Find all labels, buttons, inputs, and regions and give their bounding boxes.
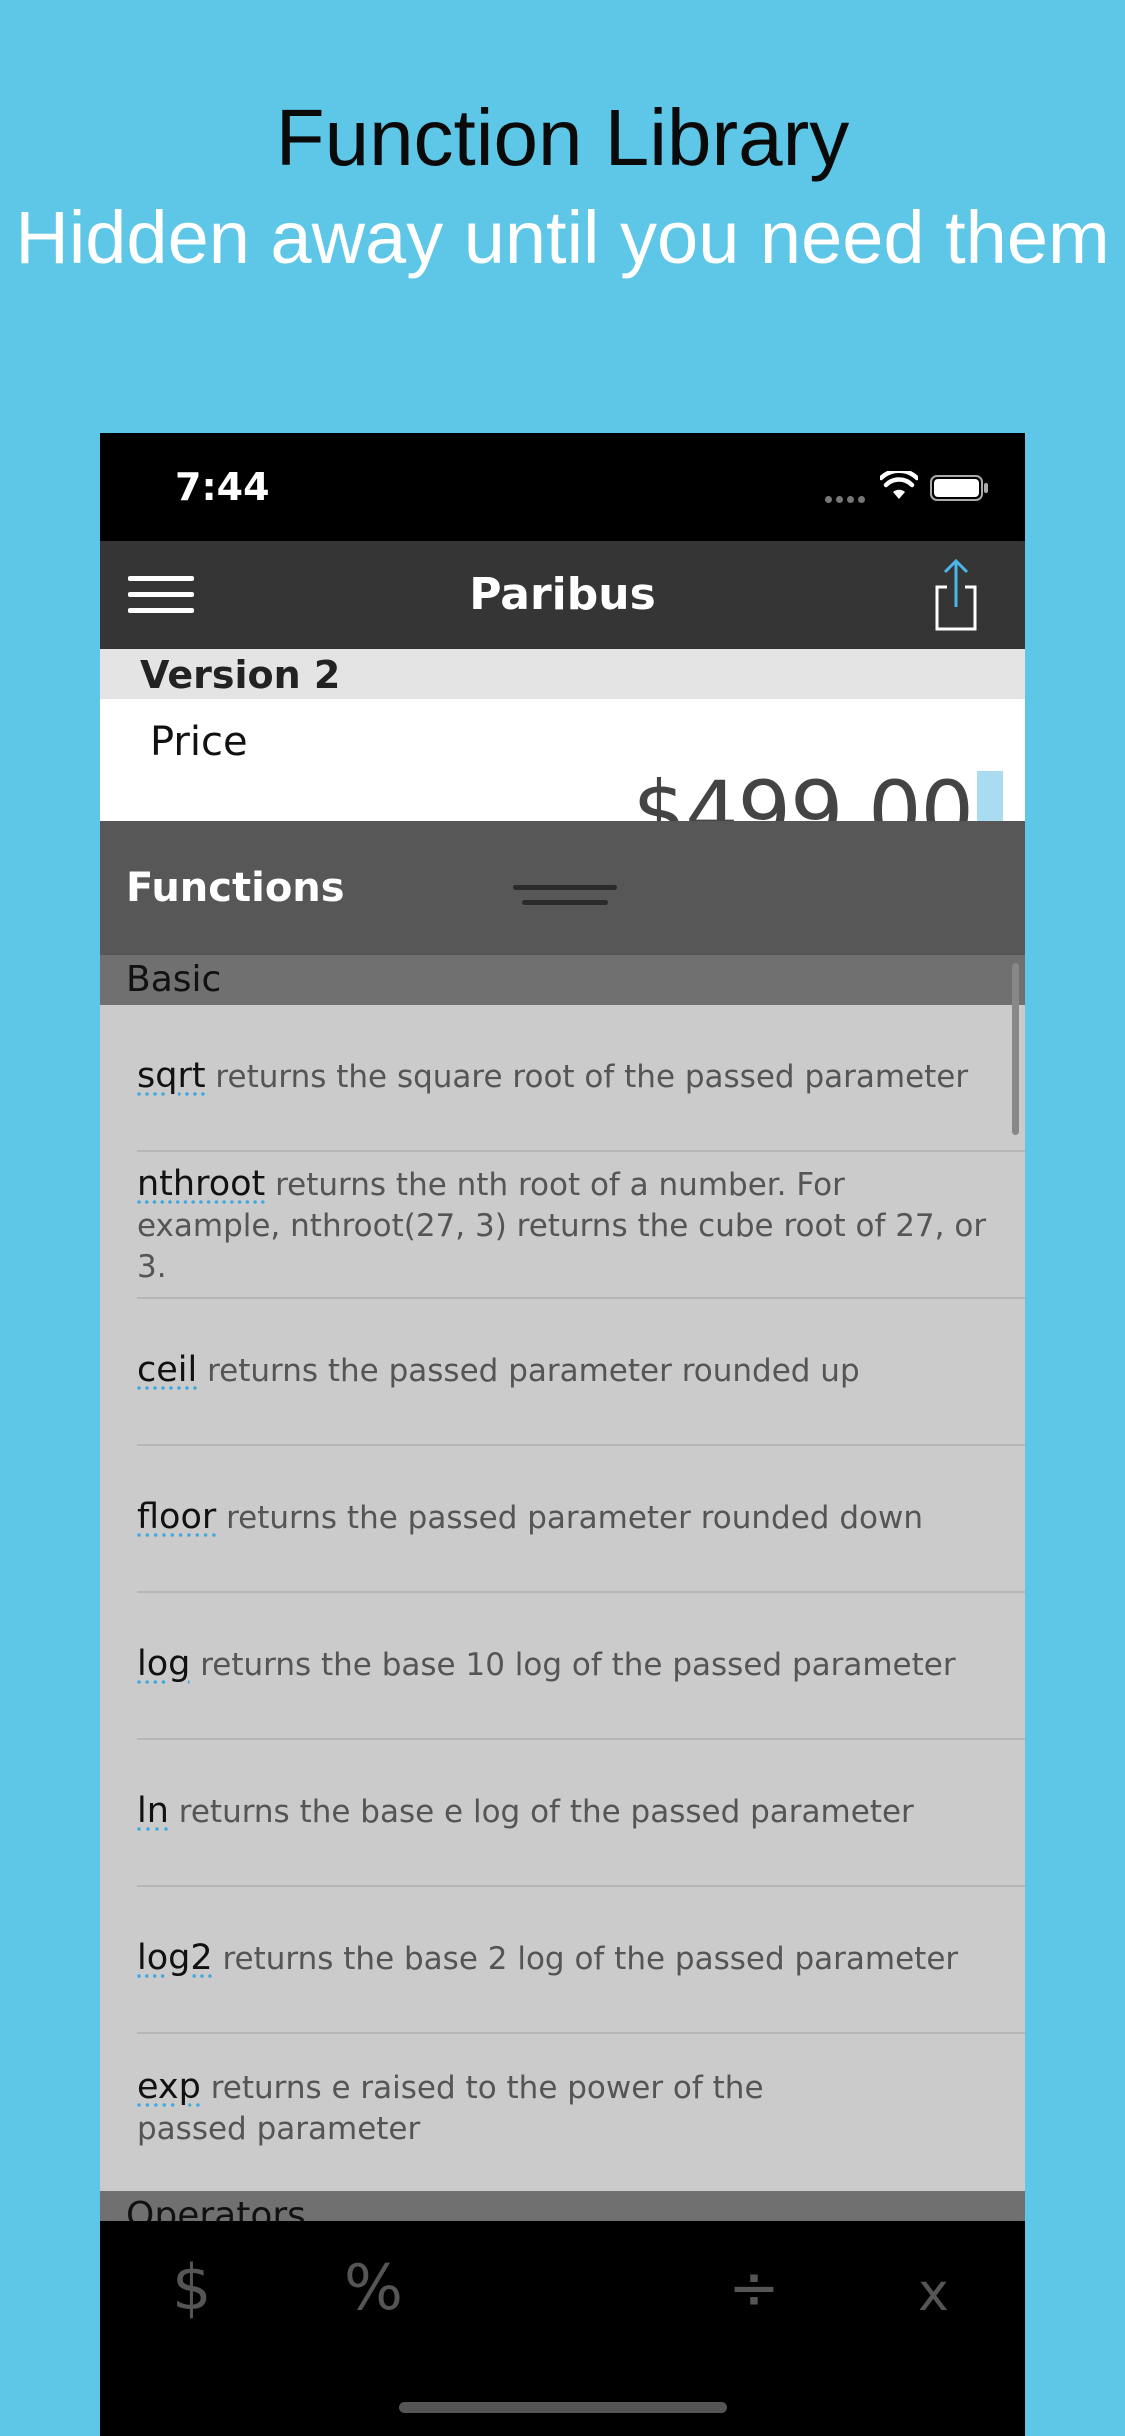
function-item-log2[interactable]: log2 returns the base 2 log of the passe… <box>137 1887 1025 2034</box>
functions-panel-header: Functions <box>100 821 1025 955</box>
function-description: returns e raised to the power of the pas… <box>137 2070 764 2147</box>
battery-icon <box>930 475 988 501</box>
promo-subtitle: Hidden away until you need them <box>15 196 1110 279</box>
home-indicator <box>399 2402 727 2413</box>
promo-title: Function Library <box>275 93 850 182</box>
function-name: log <box>137 1644 191 1684</box>
phone-screen: 7:44 Paribus Version 2 Price $499.00 Fun… <box>100 433 1025 2436</box>
version-header: Version 2 <box>100 649 1025 699</box>
wifi-icon <box>880 471 918 499</box>
signal-icon <box>825 488 869 507</box>
dollar-key[interactable]: $ <box>172 2251 211 2324</box>
function-name: floor <box>137 1497 217 1537</box>
function-item-log[interactable]: log returns the base 10 log of the passe… <box>137 1593 1025 1740</box>
price-value: $499.00 <box>632 763 974 821</box>
percent-key[interactable]: % <box>344 2251 403 2324</box>
function-item-sqrt[interactable]: sqrt returns the square root of the pass… <box>137 1005 1025 1152</box>
function-item-nthroot[interactable]: nthroot returns the nth root of a number… <box>137 1152 1025 1299</box>
text-cursor <box>977 771 1003 821</box>
function-description: returns the base 10 log of the passed pa… <box>190 1647 956 1683</box>
section-header-basic: Basic <box>100 955 1025 1005</box>
section-header-operators: Operators <box>100 2191 1025 2221</box>
function-item-floor[interactable]: floor returns the passed parameter round… <box>137 1446 1025 1593</box>
function-name: exp <box>137 2067 201 2107</box>
function-item-exp[interactable]: exp returns e raised to the power of the… <box>137 2034 1025 2181</box>
version-label: Version 2 <box>140 653 341 697</box>
function-description: returns the base 2 log of the passed par… <box>212 1941 959 1977</box>
functions-title: Functions <box>126 865 345 911</box>
function-item-ln[interactable]: ln returns the base e log of the passed … <box>137 1740 1025 1887</box>
function-description: returns the base e log of the passed par… <box>168 1794 914 1830</box>
app-title: Paribus <box>469 569 656 620</box>
function-name: ceil <box>137 1350 198 1390</box>
function-name: nthroot <box>137 1164 266 1204</box>
drag-handle[interactable] <box>513 885 617 915</box>
multiply-key[interactable]: x <box>918 2263 949 2323</box>
price-row[interactable]: Price $499.00 <box>100 699 1025 821</box>
nav-bar: Paribus <box>100 541 1025 649</box>
function-description: returns the passed parameter rounded up <box>197 1353 860 1389</box>
status-bar: 7:44 <box>100 433 1025 541</box>
function-name: sqrt <box>137 1056 206 1096</box>
status-time: 7:44 <box>175 465 270 509</box>
function-item-ceil[interactable]: ceil returns the passed parameter rounde… <box>137 1299 1025 1446</box>
divide-key[interactable]: ÷ <box>728 2251 780 2324</box>
scrollbar[interactable] <box>1012 963 1019 1135</box>
function-description: returns the passed parameter rounded dow… <box>216 1500 923 1536</box>
function-list[interactable]: sqrt returns the square root of the pass… <box>100 1005 1025 2191</box>
function-name: log2 <box>137 1938 213 1978</box>
price-label: Price <box>150 719 248 765</box>
function-description: returns the square root of the passed pa… <box>205 1059 969 1095</box>
share-icon[interactable] <box>932 557 980 631</box>
function-name: ln <box>137 1791 169 1831</box>
section-label-operators: Operators <box>126 2195 306 2221</box>
section-label-basic: Basic <box>126 959 222 1000</box>
function-description: returns the nth root of a number. For ex… <box>137 1167 987 1285</box>
